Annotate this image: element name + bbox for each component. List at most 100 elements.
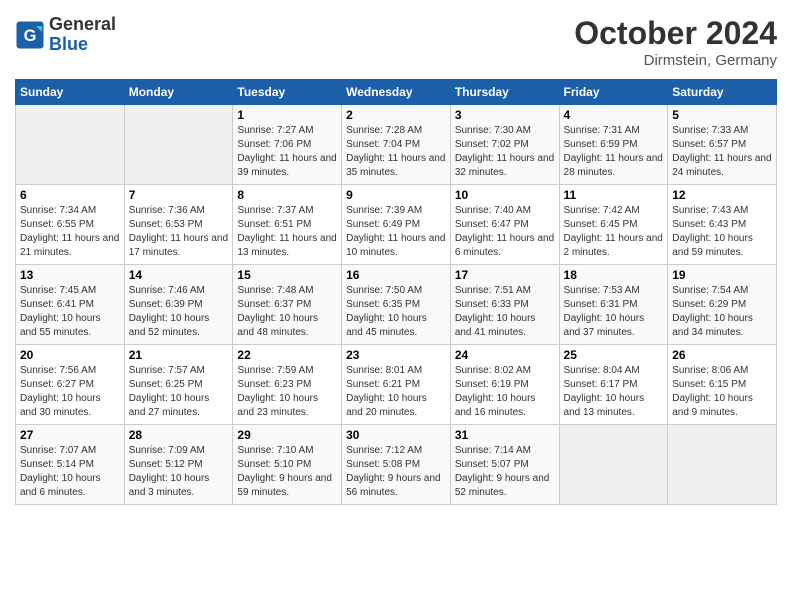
day-number: 30 bbox=[346, 428, 446, 442]
day-info: Sunrise: 8:02 AMSunset: 6:19 PMDaylight:… bbox=[455, 364, 555, 420]
day-cell: 22 Sunrise: 7:59 AMSunset: 6:23 PMDayligh… bbox=[233, 345, 342, 425]
day-number: 3 bbox=[455, 108, 555, 122]
day-info: Sunrise: 7:14 AMSunset: 5:07 PMDaylight:… bbox=[455, 444, 555, 500]
day-number: 5 bbox=[672, 108, 772, 122]
day-number: 13 bbox=[20, 268, 120, 282]
day-cell: 2 Sunrise: 7:28 AMSunset: 7:04 PMDaylight… bbox=[342, 105, 451, 185]
day-info: Sunrise: 7:12 AMSunset: 5:08 PMDaylight:… bbox=[346, 444, 446, 500]
day-cell: 4 Sunrise: 7:31 AMSunset: 6:59 PMDaylight… bbox=[559, 105, 668, 185]
day-number: 6 bbox=[20, 188, 120, 202]
day-info: Sunrise: 7:53 AMSunset: 6:31 PMDaylight:… bbox=[564, 284, 664, 340]
day-number: 12 bbox=[672, 188, 772, 202]
day-info: Sunrise: 7:36 AMSunset: 6:53 PMDaylight:… bbox=[129, 204, 229, 260]
day-cell: 3 Sunrise: 7:30 AMSunset: 7:02 PMDaylight… bbox=[450, 105, 559, 185]
day-info: Sunrise: 7:40 AMSunset: 6:47 PMDaylight:… bbox=[455, 204, 555, 260]
weekday-saturday: Saturday bbox=[668, 80, 777, 105]
day-number: 27 bbox=[20, 428, 120, 442]
day-info: Sunrise: 7:34 AMSunset: 6:55 PMDaylight:… bbox=[20, 204, 120, 260]
day-info: Sunrise: 8:06 AMSunset: 6:15 PMDaylight:… bbox=[672, 364, 772, 420]
svg-text:G: G bbox=[24, 27, 37, 45]
day-cell bbox=[124, 105, 233, 185]
day-info: Sunrise: 7:27 AMSunset: 7:06 PMDaylight:… bbox=[237, 124, 337, 180]
logo-text: General Blue bbox=[49, 15, 116, 55]
day-cell: 24 Sunrise: 8:02 AMSunset: 6:19 PMDayligh… bbox=[450, 345, 559, 425]
day-cell: 18 Sunrise: 7:53 AMSunset: 6:31 PMDayligh… bbox=[559, 265, 668, 345]
day-info: Sunrise: 7:39 AMSunset: 6:49 PMDaylight:… bbox=[346, 204, 446, 260]
day-info: Sunrise: 7:09 AMSunset: 5:12 PMDaylight:… bbox=[129, 444, 229, 500]
day-info: Sunrise: 7:30 AMSunset: 7:02 PMDaylight:… bbox=[455, 124, 555, 180]
day-info: Sunrise: 7:10 AMSunset: 5:10 PMDaylight:… bbox=[237, 444, 337, 500]
day-number: 23 bbox=[346, 348, 446, 362]
weekday-friday: Friday bbox=[559, 80, 668, 105]
day-number: 20 bbox=[20, 348, 120, 362]
day-number: 19 bbox=[672, 268, 772, 282]
day-number: 2 bbox=[346, 108, 446, 122]
day-cell: 27 Sunrise: 7:07 AMSunset: 5:14 PMDayligh… bbox=[16, 425, 125, 505]
day-number: 31 bbox=[455, 428, 555, 442]
day-cell: 13Sunrise: 7:45 AMSunset: 6:41 PMDayligh… bbox=[16, 265, 125, 345]
day-cell: 29 Sunrise: 7:10 AMSunset: 5:10 PMDayligh… bbox=[233, 425, 342, 505]
day-number: 26 bbox=[672, 348, 772, 362]
title-block: October 2024 Dirmstein, Germany bbox=[574, 15, 777, 69]
day-info: Sunrise: 7:48 AMSunset: 6:37 PMDaylight:… bbox=[237, 284, 337, 340]
day-info: Sunrise: 7:28 AMSunset: 7:04 PMDaylight:… bbox=[346, 124, 446, 180]
day-info: Sunrise: 7:31 AMSunset: 6:59 PMDaylight:… bbox=[564, 124, 664, 180]
day-number: 7 bbox=[129, 188, 229, 202]
day-cell: 31 Sunrise: 7:14 AMSunset: 5:07 PMDayligh… bbox=[450, 425, 559, 505]
day-number: 28 bbox=[129, 428, 229, 442]
day-cell: 1 Sunrise: 7:27 AMSunset: 7:06 PMDaylight… bbox=[233, 105, 342, 185]
weekday-sunday: Sunday bbox=[16, 80, 125, 105]
day-info: Sunrise: 7:51 AMSunset: 6:33 PMDaylight:… bbox=[455, 284, 555, 340]
week-row-2: 6 Sunrise: 7:34 AMSunset: 6:55 PMDaylight… bbox=[16, 185, 777, 265]
day-number: 29 bbox=[237, 428, 337, 442]
day-info: Sunrise: 7:57 AMSunset: 6:25 PMDaylight:… bbox=[129, 364, 229, 420]
day-number: 22 bbox=[237, 348, 337, 362]
week-row-4: 20Sunrise: 7:56 AMSunset: 6:27 PMDayligh… bbox=[16, 345, 777, 425]
day-info: Sunrise: 7:37 AMSunset: 6:51 PMDaylight:… bbox=[237, 204, 337, 260]
weekday-header-row: SundayMondayTuesdayWednesdayThursdayFrid… bbox=[16, 80, 777, 105]
day-cell: 14 Sunrise: 7:46 AMSunset: 6:39 PMDayligh… bbox=[124, 265, 233, 345]
day-cell: 8 Sunrise: 7:37 AMSunset: 6:51 PMDaylight… bbox=[233, 185, 342, 265]
day-cell: 11 Sunrise: 7:42 AMSunset: 6:45 PMDayligh… bbox=[559, 185, 668, 265]
day-info: Sunrise: 7:33 AMSunset: 6:57 PMDaylight:… bbox=[672, 124, 772, 180]
weekday-wednesday: Wednesday bbox=[342, 80, 451, 105]
day-number: 24 bbox=[455, 348, 555, 362]
day-info: Sunrise: 7:42 AMSunset: 6:45 PMDaylight:… bbox=[564, 204, 664, 260]
calendar-body: 1 Sunrise: 7:27 AMSunset: 7:06 PMDaylight… bbox=[16, 105, 777, 505]
week-row-1: 1 Sunrise: 7:27 AMSunset: 7:06 PMDaylight… bbox=[16, 105, 777, 185]
day-info: Sunrise: 7:59 AMSunset: 6:23 PMDaylight:… bbox=[237, 364, 337, 420]
day-cell: 7 Sunrise: 7:36 AMSunset: 6:53 PMDaylight… bbox=[124, 185, 233, 265]
day-number: 18 bbox=[564, 268, 664, 282]
day-cell: 20Sunrise: 7:56 AMSunset: 6:27 PMDayligh… bbox=[16, 345, 125, 425]
day-info: Sunrise: 7:43 AMSunset: 6:43 PMDaylight:… bbox=[672, 204, 772, 260]
day-info: Sunrise: 7:07 AMSunset: 5:14 PMDaylight:… bbox=[20, 444, 120, 500]
day-number: 25 bbox=[564, 348, 664, 362]
logo-icon: G bbox=[15, 20, 45, 50]
day-info: Sunrise: 7:50 AMSunset: 6:35 PMDaylight:… bbox=[346, 284, 446, 340]
day-number: 8 bbox=[237, 188, 337, 202]
week-row-5: 27 Sunrise: 7:07 AMSunset: 5:14 PMDayligh… bbox=[16, 425, 777, 505]
day-info: Sunrise: 7:46 AMSunset: 6:39 PMDaylight:… bbox=[129, 284, 229, 340]
day-number: 11 bbox=[564, 188, 664, 202]
day-cell: 21 Sunrise: 7:57 AMSunset: 6:25 PMDayligh… bbox=[124, 345, 233, 425]
day-cell bbox=[16, 105, 125, 185]
day-cell bbox=[668, 425, 777, 505]
page-header: G General Blue October 2024 Dirmstein, G… bbox=[15, 15, 777, 69]
day-number: 10 bbox=[455, 188, 555, 202]
day-cell: 26 Sunrise: 8:06 AMSunset: 6:15 PMDayligh… bbox=[668, 345, 777, 425]
day-number: 4 bbox=[564, 108, 664, 122]
day-cell: 19Sunrise: 7:54 AMSunset: 6:29 PMDayligh… bbox=[668, 265, 777, 345]
day-cell: 10 Sunrise: 7:40 AMSunset: 6:47 PMDayligh… bbox=[450, 185, 559, 265]
day-cell: 17 Sunrise: 7:51 AMSunset: 6:33 PMDayligh… bbox=[450, 265, 559, 345]
day-cell: 16 Sunrise: 7:50 AMSunset: 6:35 PMDayligh… bbox=[342, 265, 451, 345]
day-cell: 23Sunrise: 8:01 AMSunset: 6:21 PMDayligh… bbox=[342, 345, 451, 425]
day-number: 21 bbox=[129, 348, 229, 362]
day-number: 17 bbox=[455, 268, 555, 282]
day-number: 1 bbox=[237, 108, 337, 122]
day-number: 9 bbox=[346, 188, 446, 202]
day-cell: 15Sunrise: 7:48 AMSunset: 6:37 PMDayligh… bbox=[233, 265, 342, 345]
day-number: 14 bbox=[129, 268, 229, 282]
month-title: October 2024 bbox=[574, 15, 777, 52]
day-cell bbox=[559, 425, 668, 505]
day-number: 16 bbox=[346, 268, 446, 282]
